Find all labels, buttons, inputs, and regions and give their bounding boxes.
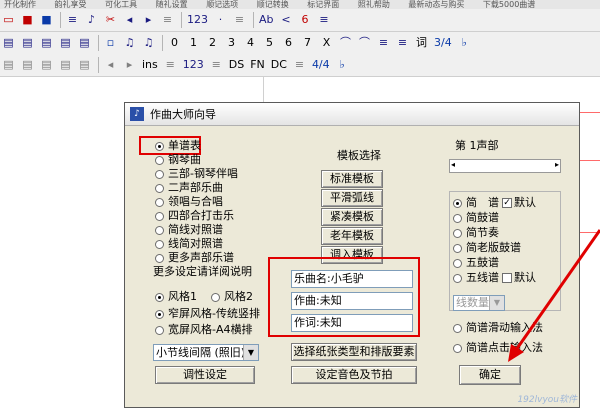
annotation-arrow xyxy=(508,229,600,362)
